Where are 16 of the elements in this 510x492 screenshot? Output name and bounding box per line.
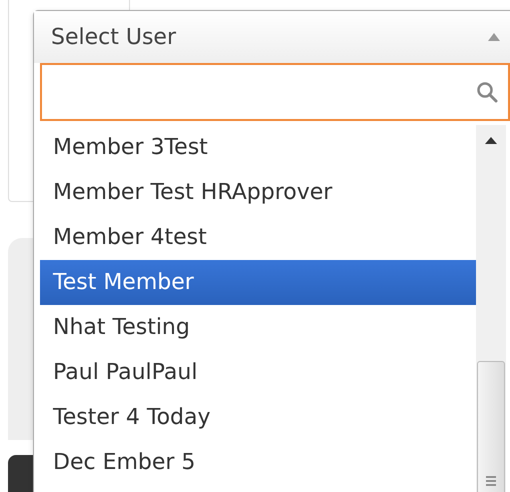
user-option[interactable]: Nhat Testing xyxy=(40,305,476,350)
user-option[interactable]: Member Test HRApprover xyxy=(40,170,476,215)
grip-icon xyxy=(486,476,496,486)
user-option[interactable]: Member 4test xyxy=(40,215,476,260)
user-option[interactable]: Test Member xyxy=(40,260,476,305)
scrollbar-thumb[interactable] xyxy=(477,361,505,492)
user-option[interactable]: Tester 4 Today xyxy=(40,395,476,440)
caret-icon[interactable] xyxy=(488,33,500,41)
user-option[interactable]: Dec Ember 5 xyxy=(40,440,476,485)
scroll-up-icon[interactable] xyxy=(485,137,497,144)
user-dropdown[interactable]: Select User Member 3Test Member Test HRApprover Member 4test Test Member Nhat Testing Paul PaulPaul Tester 4 Today Dec Ember 5 xyxy=(33,10,510,492)
user-option[interactable]: Paul PaulPaul xyxy=(40,350,476,395)
search-icon xyxy=(476,81,498,103)
search-field[interactable] xyxy=(40,63,510,121)
select-label: Select User xyxy=(51,24,176,50)
user-option[interactable]: Member 3Test xyxy=(40,125,476,170)
